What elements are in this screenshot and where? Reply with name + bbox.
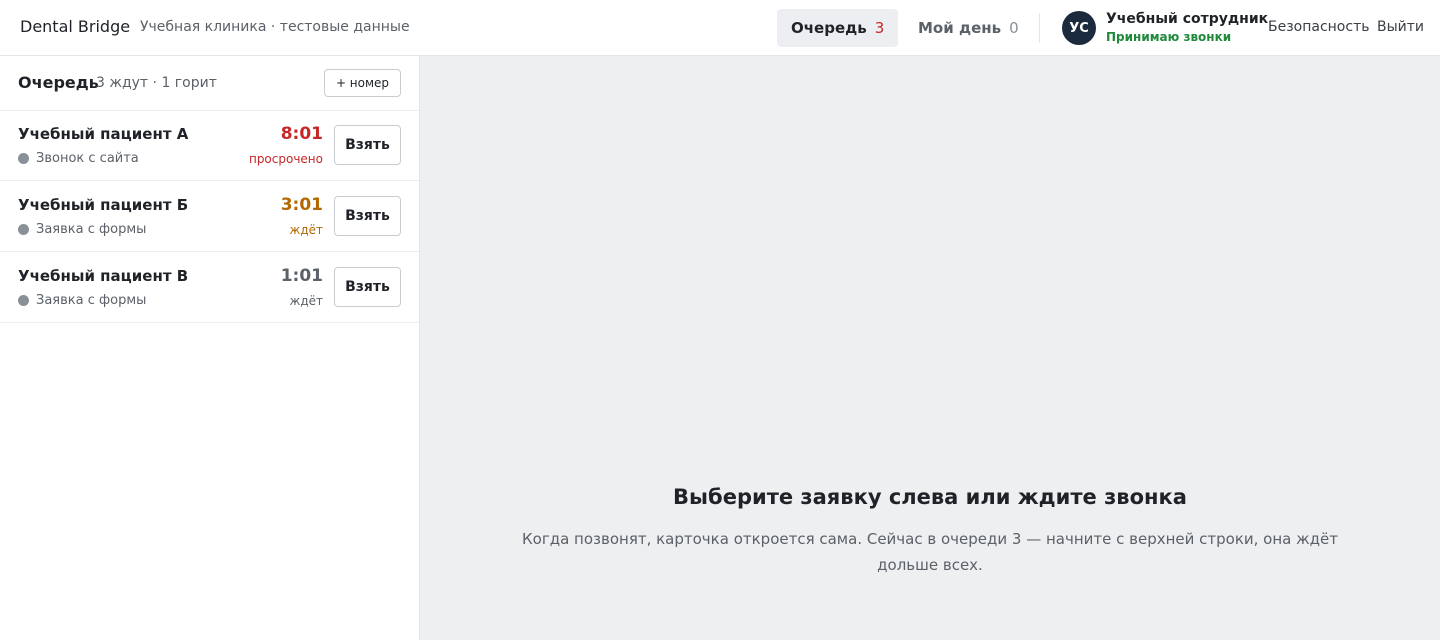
user-name: Учебный сотрудник xyxy=(1106,11,1269,27)
avatar[interactable]: УС xyxy=(1062,11,1096,45)
add-number-button[interactable]: + номер xyxy=(324,69,401,97)
status-dot-icon xyxy=(18,295,29,306)
patient-name: Учебный пациент Б xyxy=(18,196,189,214)
tab-queue-count: 3 xyxy=(874,19,885,37)
wait-status: просрочено xyxy=(248,152,323,166)
queue-summary: 3 ждут · 1 горит xyxy=(96,75,217,91)
brand-logo[interactable]: Dental Bridge xyxy=(20,17,130,36)
queue-row[interactable]: Учебный пациент А Звонок с сайта 8:01 пр… xyxy=(0,111,419,181)
request-source-label: Заявка с формы xyxy=(36,222,147,237)
logout-link[interactable]: Выйти xyxy=(1377,19,1424,35)
detail-panel: Выберите заявку слева или ждите звонка К… xyxy=(420,56,1440,640)
top-bar: Dental Bridge Учебная клиника · тестовые… xyxy=(0,0,1440,56)
wait-timer: 8:01 xyxy=(280,124,323,144)
request-source: Звонок с сайта xyxy=(18,151,139,166)
tab-my-day-label: Мой день xyxy=(918,19,1002,37)
clinic-name: Учебная клиника · тестовые данные xyxy=(140,19,410,35)
tab-queue[interactable]: Очередь 3 xyxy=(777,9,899,47)
tab-my-day-count: 0 xyxy=(1009,19,1019,37)
queue-row[interactable]: Учебный пациент В Заявка с формы 1:01 жд… xyxy=(0,253,419,323)
status-dot-icon xyxy=(18,153,29,164)
security-link[interactable]: Безопасность xyxy=(1268,19,1369,35)
take-button[interactable]: Взять xyxy=(334,125,401,165)
take-button[interactable]: Взять xyxy=(334,196,401,236)
wait-status: ждёт xyxy=(289,294,323,308)
wait-timer: 3:01 xyxy=(280,195,323,215)
user-status: Принимаю звонки xyxy=(1106,30,1232,44)
take-button[interactable]: Взять xyxy=(334,267,401,307)
tab-my-day[interactable]: Мой день 0 xyxy=(904,9,1033,47)
wait-status: ждёт xyxy=(289,223,323,237)
queue-row[interactable]: Учебный пациент Б Заявка с формы 3:01 жд… xyxy=(0,182,419,252)
queue-header: Очередь 3 ждут · 1 горит + номер xyxy=(0,56,419,111)
queue-title: Очередь xyxy=(18,73,99,92)
queue-panel: Очередь 3 ждут · 1 горит + номер Учебный… xyxy=(0,56,420,640)
empty-state-title: Выберите заявку слева или ждите звонка xyxy=(673,485,1187,509)
request-source-label: Звонок с сайта xyxy=(36,151,139,166)
request-source: Заявка с формы xyxy=(18,222,146,237)
request-source: Заявка с формы xyxy=(18,293,146,308)
status-dot-icon xyxy=(18,224,29,235)
wait-timer: 1:01 xyxy=(280,266,323,286)
patient-name: Учебный пациент В xyxy=(18,267,189,285)
patient-name: Учебный пациент А xyxy=(18,125,189,143)
header-divider xyxy=(1039,13,1040,43)
tab-queue-label: Очередь xyxy=(791,19,867,37)
request-source-label: Заявка с формы xyxy=(36,293,147,308)
empty-state-text: Когда позвонят, карточка откроется сама.… xyxy=(522,530,1338,574)
